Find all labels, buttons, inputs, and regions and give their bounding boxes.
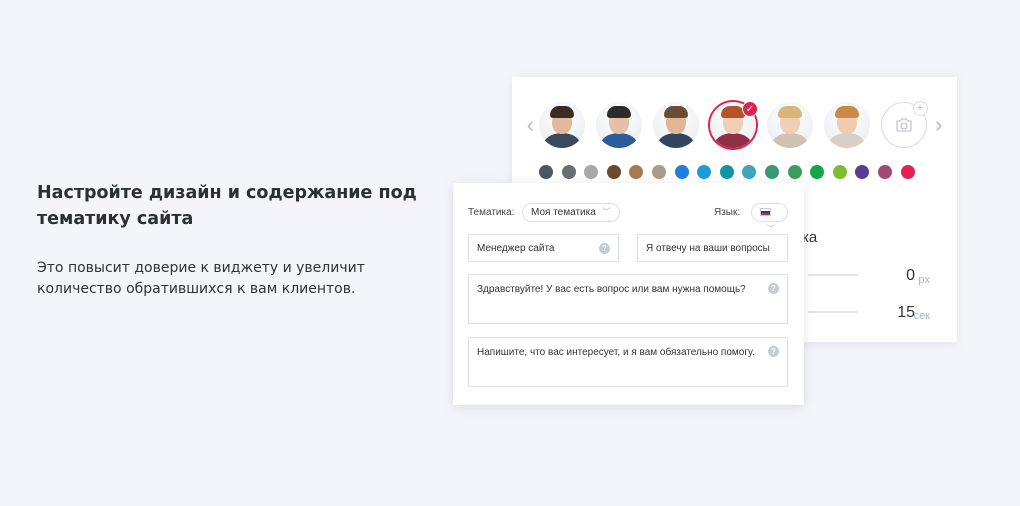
avatar-hair [663,106,688,118]
color-swatch[interactable] [606,165,621,179]
chevron-left-icon[interactable]: ‹ [522,102,539,148]
color-swatch[interactable] [764,165,779,179]
settings-label-fragment: ка [802,229,818,246]
offset-unit: px [918,274,930,286]
help-icon[interactable]: ? [768,346,779,357]
topic-select-value: Моя тематика [531,207,596,218]
help-icon[interactable]: ? [768,283,779,294]
help-icon[interactable]: ? [599,243,610,254]
avatar-option[interactable] [823,102,870,148]
avatar-shoulders [828,133,865,148]
color-swatch[interactable] [674,165,689,179]
chevron-down-icon: ﹀ [766,224,776,234]
avatar-hair [549,106,574,118]
avatar-hair [606,106,631,118]
color-swatch[interactable] [629,165,644,179]
russia-flag-icon [760,208,771,216]
topic-language-row: Тематика: Моя тематика ﹀ Язык: ﹀ [468,203,788,234]
upload-photo-button[interactable]: + [880,101,928,148]
camera-icon [895,118,912,132]
color-swatch[interactable] [651,165,666,179]
color-swatch[interactable] [719,165,734,179]
avatar-option[interactable] [766,102,813,148]
promo-section: Настройте дизайн и содержание под темати… [37,180,417,300]
avatar-hair [720,106,745,118]
avatar-carousel: ‹ + › [522,100,947,150]
operator-title-value: Менеджер сайта [477,243,555,254]
avatar-shoulders [600,133,637,148]
color-swatch[interactable] [742,165,757,179]
color-swatch[interactable] [561,165,576,179]
color-palette [539,165,923,179]
offset-value: 0 [906,267,915,284]
avatar-option[interactable] [595,102,642,148]
operator-title-input[interactable]: Менеджер сайта ? [468,234,619,262]
delay-unit: сек [913,310,930,322]
color-swatch[interactable] [855,165,870,179]
operator-subtitle-value: Я отвечу на ваши вопросы [646,243,770,254]
greeting-textarea[interactable]: Здравствуйте! У вас есть вопрос или вам … [468,274,788,324]
avatar-hair [777,106,802,118]
input-prompt-value: Напишите, что вас интересует, и я вам об… [477,347,755,358]
avatar-shoulders [543,133,580,148]
color-swatch[interactable] [787,165,802,179]
delay-value: 15 [897,304,915,321]
chevron-down-icon: ﹀ [601,207,611,217]
delay-slider-track[interactable] [808,311,858,313]
promo-description: Это повысит доверие к виджету и увеличит… [37,260,365,297]
input-prompt-textarea[interactable]: Напишите, что вас интересует, и я вам об… [468,337,788,387]
language-select[interactable]: ﹀ [751,203,788,234]
greeting-value: Здравствуйте! У вас есть вопрос или вам … [477,284,746,295]
operator-subtitle-input[interactable]: Я отвечу на ваши вопросы [637,234,788,262]
color-swatch[interactable] [877,165,892,179]
color-swatch[interactable] [900,165,915,179]
content-settings-card: Тематика: Моя тематика ﹀ Язык: ﹀ Менеджер… [453,183,804,405]
color-swatch[interactable] [832,165,847,179]
color-swatch[interactable] [810,165,825,179]
avatar-option[interactable] [652,102,699,148]
topic-select[interactable]: Моя тематика ﹀ [522,203,620,222]
offset-slider-track[interactable] [808,274,858,276]
chevron-right-icon[interactable]: › [931,102,948,148]
topic-label: Тематика: [468,207,515,218]
avatar-shoulders [657,133,694,148]
language-label: Язык: [714,207,741,218]
color-swatch[interactable] [697,165,712,179]
color-swatch[interactable] [539,165,553,179]
promo-title: Настройте дизайн и содержание под темати… [37,183,417,229]
avatar-shoulders [771,133,808,148]
color-swatch[interactable] [584,165,599,179]
avatar-list [538,102,881,148]
avatar-shoulders [714,133,751,148]
plus-icon: + [912,101,928,116]
avatar-hair [834,106,859,118]
avatar-option[interactable] [538,102,585,148]
check-icon: ✓ [742,101,758,117]
